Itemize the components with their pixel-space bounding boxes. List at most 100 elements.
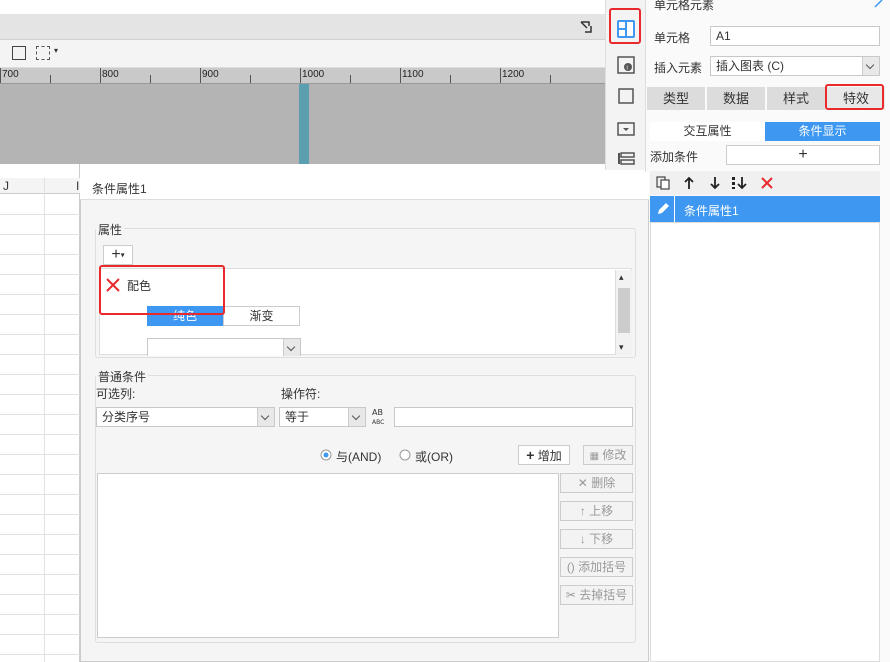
grid-line [0,534,80,535]
column-label: J [3,179,9,193]
list-item[interactable]: 条件属性1 [650,196,880,222]
subtab-condition-display[interactable]: 条件显示 [765,122,880,141]
dialog-title: 条件属性1 [80,172,649,200]
border-icon[interactable] [36,46,50,60]
add-button[interactable]: + 增加 [518,445,570,465]
radio-or-label: 或(OR) [415,450,453,464]
tab-type[interactable]: 类型 [647,87,705,110]
value-type-icon[interactable]: AB ABC [371,406,391,426]
float-element-icon[interactable] [617,87,635,105]
add-bracket-button[interactable]: () 添加括号 [560,557,633,577]
scroll-up-icon[interactable]: ▴ [619,272,624,283]
add-attribute-button[interactable]: +▾ [103,245,133,265]
move-up-button[interactable]: ↑ 上移 [560,501,633,521]
move-bottom-icon[interactable] [732,176,748,190]
arrow-up-icon[interactable] [682,176,696,190]
expand-icon[interactable] [874,0,884,8]
canvas-marker [299,84,309,164]
grid-line [0,614,80,615]
arrow-down-icon[interactable] [708,176,722,190]
grid-line [0,434,80,435]
condition-item-label: 条件属性1 [684,204,739,218]
border-dropdown-icon[interactable]: ▾ [54,46,58,55]
cell-attribute-icon[interactable]: i [617,56,635,74]
color-select[interactable] [147,338,301,356]
condition-list [650,222,880,662]
value-input[interactable] [394,407,633,427]
tab-data[interactable]: 数据 [707,87,765,110]
radio-and[interactable] [320,449,332,461]
ruler-tick [200,68,201,83]
layer-icon[interactable] [617,150,635,168]
ruler: 700 800 900 1000 1100 1200 [0,68,605,84]
down-arrow-icon: ↓ [579,532,586,546]
scrollbar-thumb[interactable] [618,288,630,333]
widget-icon[interactable] [617,120,635,138]
dock-icon[interactable] [580,21,592,33]
ruler-label: 1200 [502,69,525,80]
column-select[interactable]: 分类序号 [96,407,275,427]
scrollbar[interactable]: ▴ ▾ [615,270,632,355]
ruler-tick [250,75,251,83]
add-bracket-label: 添加括号 [578,560,627,574]
remove-bracket-label: 去掉括号 [579,588,628,602]
grid-line [0,354,80,355]
move-down-label: 下移 [589,532,614,546]
grid-line [0,474,80,475]
ruler-label: 800 [102,69,119,80]
cell-input[interactable]: A1 [710,26,880,46]
copy-icon[interactable] [656,176,670,190]
bracket-icon: () [566,560,575,574]
ruler-tick [0,68,1,83]
operator-select[interactable]: 等于 [279,407,366,427]
scroll-down-icon[interactable]: ▾ [619,342,624,353]
insert-element-select[interactable]: 插入图表 (C) [710,56,880,76]
tab-gradient[interactable]: 渐变 [223,306,300,326]
modify-button[interactable]: ▦ 修改 [583,445,633,465]
svg-text:AB: AB [372,408,383,417]
ruler-tick [500,68,501,83]
radio-and-label: 与(AND) [336,450,382,464]
column-header: J I [0,178,80,194]
remove-bracket-icon: ✂ [565,588,576,602]
spreadsheet-area[interactable] [0,164,80,662]
window-titlebar [0,14,605,40]
add-condition-button[interactable]: + [726,145,880,165]
radio-or[interactable] [399,449,411,461]
toolbar: ▾ [0,40,605,68]
delete-x-icon: ✕ [577,476,588,490]
delete-icon[interactable] [760,176,774,190]
grid-line [44,178,45,662]
tab-style[interactable]: 样式 [767,87,825,110]
add-button-label: 增加 [537,449,562,463]
common-condition-label: 普通条件 [96,368,149,385]
remove-bracket-button[interactable]: ✂ 去掉括号 [560,585,633,605]
ruler-tick [300,68,301,83]
subtab-interaction[interactable]: 交互属性 [650,122,765,141]
list-icon[interactable] [12,46,26,60]
condition-list-toolbar [650,171,880,195]
column-label: 可选列: [96,387,136,401]
highlight-box [825,84,884,110]
grid-line [0,654,80,655]
svg-text:i: i [627,66,628,72]
cell-label: 单元格 [654,31,691,45]
ruler-tick [550,75,551,83]
grid-line [0,254,80,255]
ruler-label: 1100 [402,69,424,80]
ruler-tick [150,75,151,83]
ruler-tick [400,68,401,83]
properties-panel: 单元格元素 单元格 A1 插入元素 插入图表 (C) 类型 数据 样式 特效 交… [645,0,890,662]
delete-button-label: 删除 [591,476,616,490]
grid-line [0,334,80,335]
add-attribute-label: + [111,246,121,263]
grid-line [0,314,80,315]
delete-button[interactable]: ✕ 删除 [560,473,633,493]
ruler-label: 900 [202,69,219,80]
svg-text:ABC: ABC [372,419,384,426]
add-condition-label: 添加条件 [650,150,699,164]
chevron-down-icon [348,408,365,426]
ruler-tick [350,75,351,83]
move-down-button[interactable]: ↓ 下移 [560,529,633,549]
condition-expression-list[interactable] [97,473,559,638]
